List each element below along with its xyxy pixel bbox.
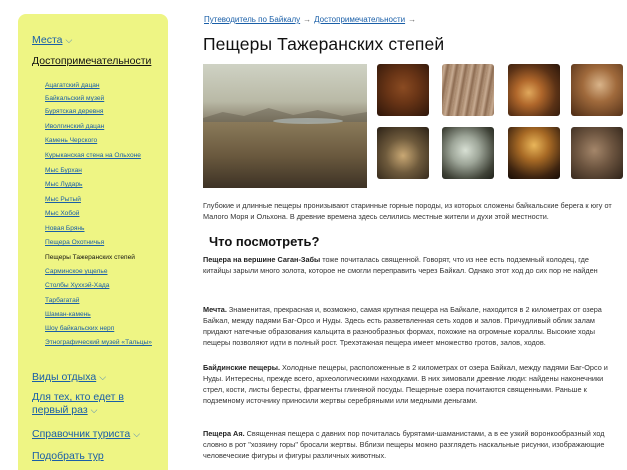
sidebar-item[interactable]: Сарминское ущелье (45, 268, 108, 276)
gallery-thumbnail[interactable] (508, 127, 560, 179)
gallery-thumbnail[interactable] (571, 127, 623, 179)
sidebar-section-sights[interactable]: Достопримечательности (32, 55, 151, 67)
intro-paragraph: Глубокие и длинные пещеры пронизывают ст… (203, 201, 612, 221)
sidebar-item-current: Пещеры Тажеранских степей (45, 254, 135, 261)
chevron-down-icon: ⌵ (99, 372, 107, 382)
page-title: Пещеры Тажеранских степей (203, 34, 445, 54)
sidebar-item[interactable]: Курыканская стена на Ольхоне (45, 152, 141, 160)
sidebar-item[interactable]: Мыс Хобой (45, 210, 79, 218)
main-photo[interactable] (203, 64, 367, 188)
sidebar-section-handbook[interactable]: Справочник туриста ⌵ (32, 428, 140, 440)
sidebar: Места ⌵ Достопримечательности Ацагатский … (18, 14, 168, 470)
sidebar-item[interactable]: Байкальский музей (45, 95, 104, 103)
sidebar-item[interactable]: Камень Черского (45, 137, 97, 145)
sidebar-item[interactable]: Иволгинский дацан (45, 123, 104, 131)
breadcrumb-separator: → (408, 15, 417, 24)
gallery-thumbnail[interactable] (442, 127, 494, 179)
chevron-down-icon: ⌵ (65, 35, 73, 45)
sidebar-item[interactable]: Шаман-камень (45, 311, 91, 319)
gallery-thumbnail[interactable] (377, 64, 429, 116)
sidebar-item[interactable]: Пещера Охотничья (45, 239, 104, 247)
sidebar-item[interactable]: Бурятская деревня (45, 108, 103, 116)
paragraph-baidinskie: Байдинские пещеры. Холодные пещеры, расп… (203, 363, 608, 405)
sidebar-item[interactable]: Тарбагатай (45, 297, 79, 305)
sidebar-section-first-time[interactable]: Для тех, кто едет в первый раз ⌵ (32, 391, 162, 417)
sidebar-section-places[interactable]: Места ⌵ (32, 34, 72, 46)
breadcrumb: Путеводитель по Байкалу → Достопримечатель… (204, 15, 419, 24)
breadcrumb-link-guide[interactable]: Путеводитель по Байкалу (204, 15, 300, 24)
gallery-thumbnail[interactable] (442, 64, 494, 116)
gallery-thumbnail[interactable] (508, 64, 560, 116)
sidebar-section-tour[interactable]: Подобрать тур (32, 450, 104, 462)
sidebar-item[interactable]: Новая Брянь (45, 225, 85, 233)
sidebar-item[interactable]: Столбы Хуххэй-Хада (45, 282, 109, 290)
gallery-thumbnail[interactable] (571, 64, 623, 116)
sidebar-item[interactable]: Мыс Бурхан (45, 167, 82, 175)
sidebar-section-leisure[interactable]: Виды отдыха ⌵ (32, 371, 106, 383)
breadcrumb-link-sights[interactable]: Достопримечательности (314, 15, 405, 24)
sidebar-item[interactable]: Ацагатский дацан (45, 82, 100, 90)
paragraph-aya: Пещера Ая. Священная пещера с давних пор… (203, 429, 605, 460)
sidebar-item[interactable]: Этнографический музей «Тальцы» (45, 339, 165, 347)
sidebar-item[interactable]: Мыс Рытый (45, 196, 81, 204)
chevron-down-icon: ⌵ (90, 405, 98, 415)
breadcrumb-separator: → (303, 15, 312, 24)
paragraph-sagan-zaba: Пещера на вершине Саган-Забы тоже почита… (203, 255, 598, 275)
section-heading: Что посмотреть? (209, 234, 320, 249)
sidebar-item[interactable]: Шоу байкальских нерп (45, 325, 114, 333)
sidebar-item[interactable]: Мыс Лударь (45, 181, 82, 189)
chevron-down-icon: ⌵ (133, 429, 141, 439)
gallery-thumbnail[interactable] (377, 127, 429, 179)
paragraph-mechta: Мечта. Знаменитая, прекрасная и, возможн… (203, 305, 602, 347)
